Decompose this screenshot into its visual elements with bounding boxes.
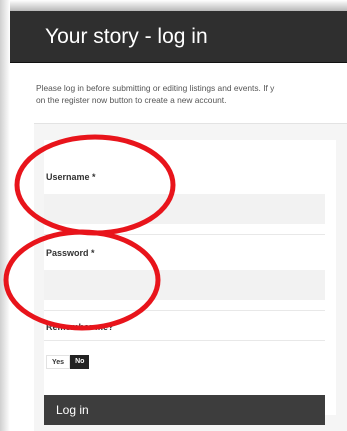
login-page: Your story - log in Please log in before… [0, 0, 347, 431]
password-label: Password * [46, 248, 95, 258]
intro-text: Please log in before submitting or editi… [36, 82, 347, 106]
password-input[interactable] [44, 270, 325, 300]
form-divider [44, 234, 325, 235]
form-divider [44, 340, 325, 341]
title-bar: Your story - log in [10, 0, 347, 63]
username-input[interactable] [44, 194, 325, 224]
remember-me-toggle[interactable]: Yes No [46, 355, 90, 369]
login-button[interactable]: Log in [44, 395, 325, 425]
form-divider [44, 310, 325, 311]
page-edge-shadow [0, 0, 10, 431]
intro-line-1: Please log in before submitting or editi… [36, 83, 275, 93]
remember-no-option[interactable]: No [70, 355, 90, 369]
page-title: Your story - log in [45, 25, 208, 48]
remember-me-label: Remember me? [46, 322, 114, 332]
intro-line-2: on the register now button to create a n… [36, 95, 227, 105]
remember-yes-option[interactable]: Yes [46, 355, 71, 369]
username-label: Username * [46, 172, 96, 182]
